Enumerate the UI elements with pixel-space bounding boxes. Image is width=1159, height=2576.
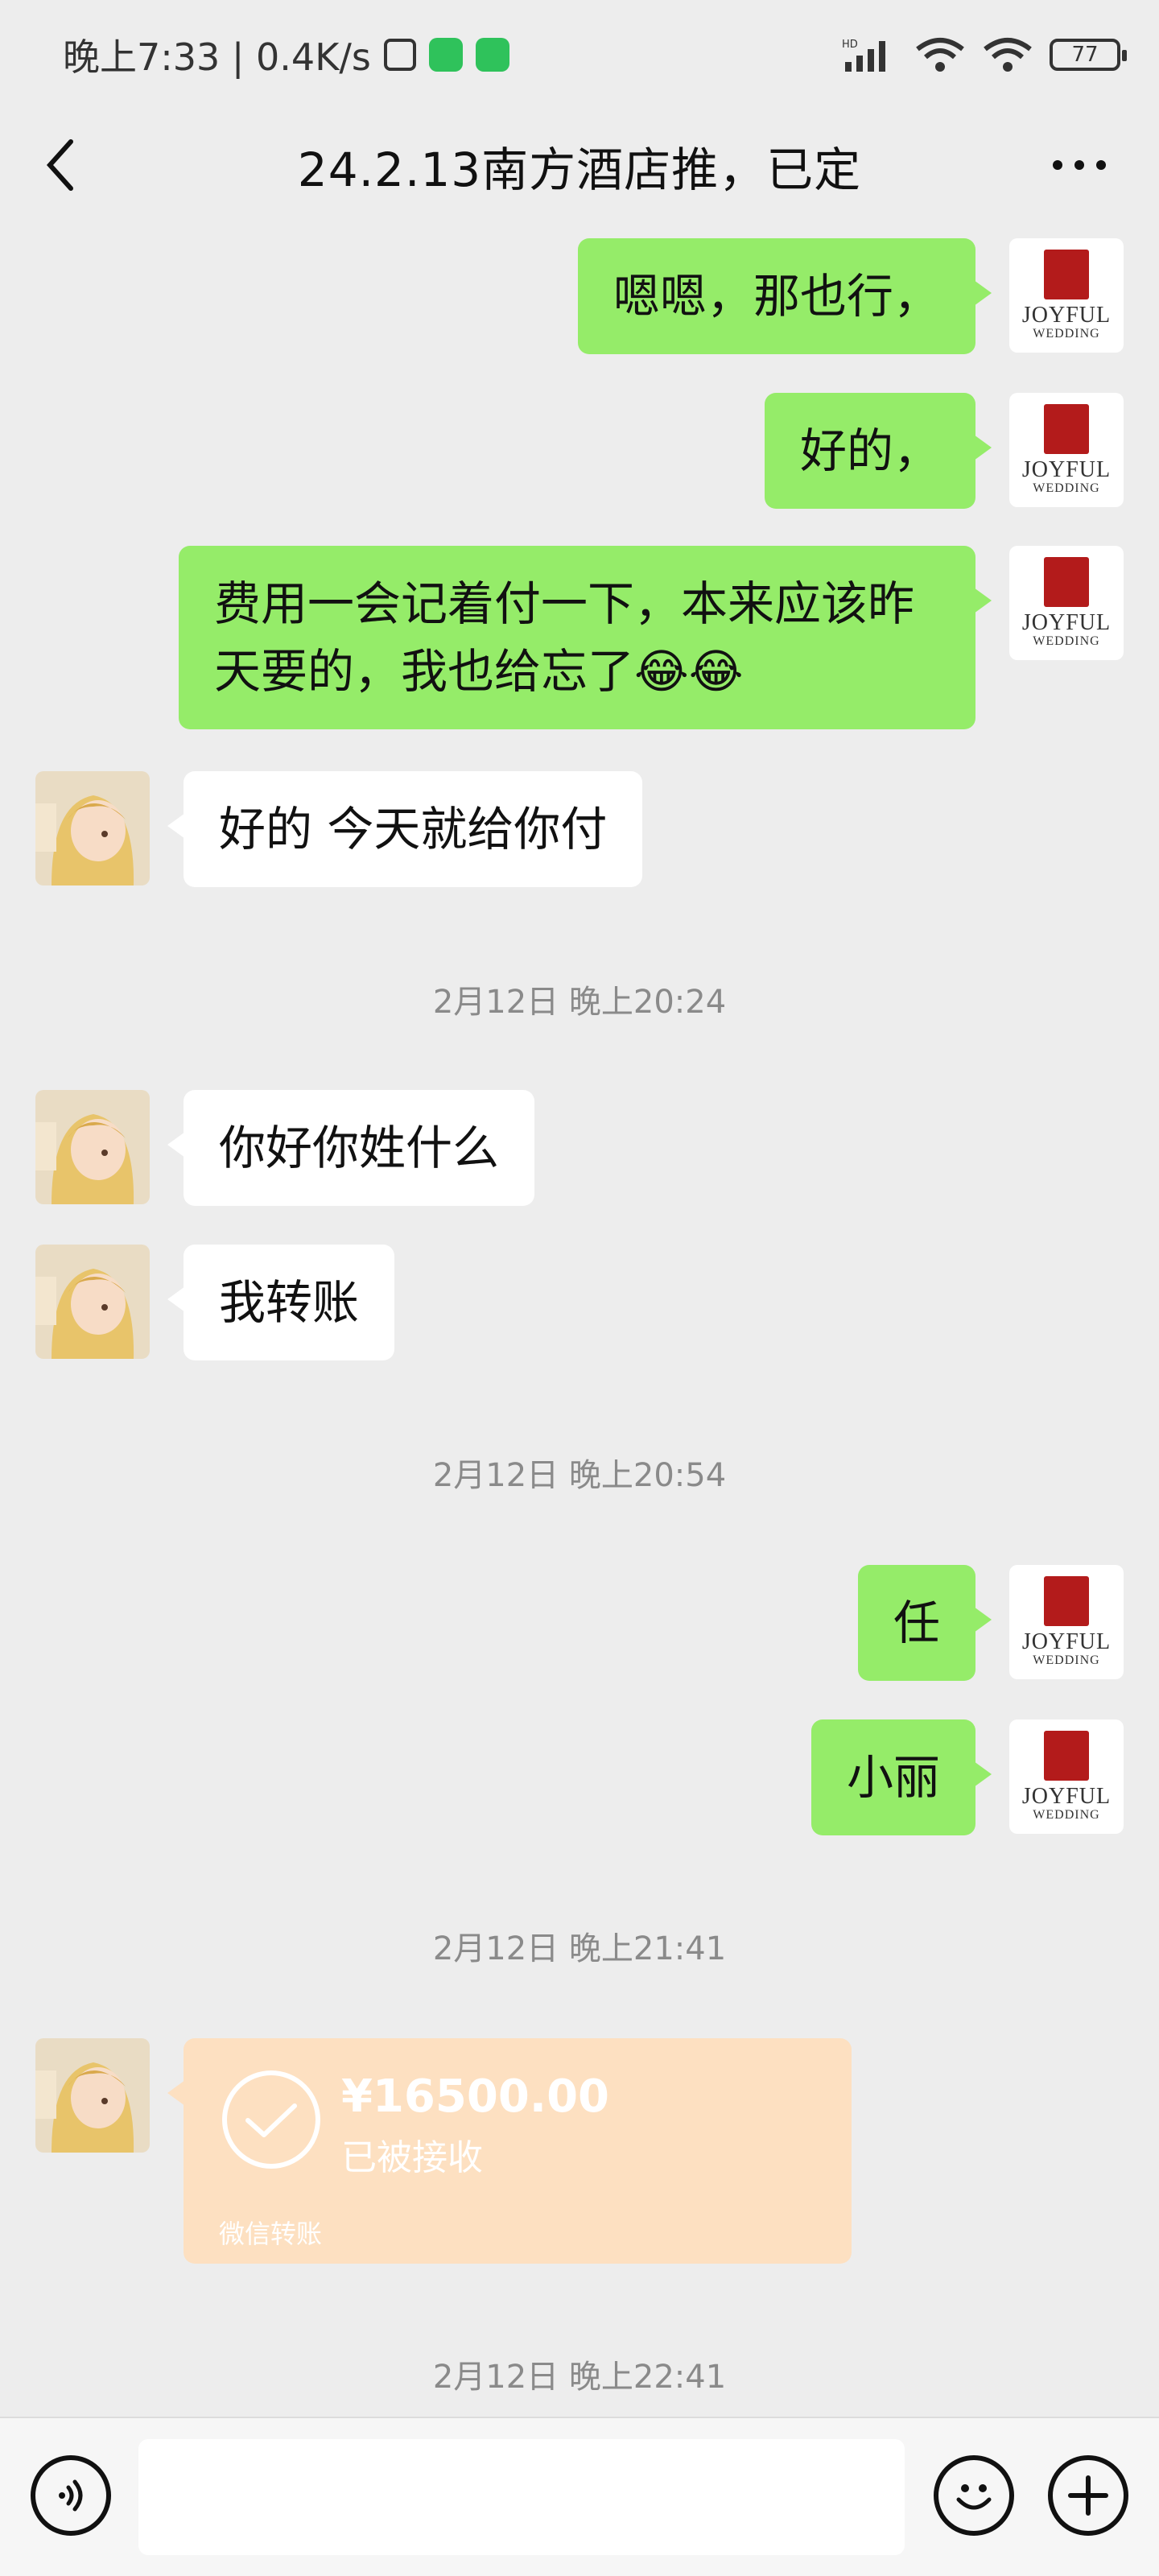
contact-avatar[interactable]	[35, 771, 150, 886]
message-bubble-other[interactable]: 好的 今天就给你付	[167, 771, 643, 887]
more-dots-icon	[1053, 160, 1106, 170]
contact-avatar[interactable]	[35, 1090, 150, 1204]
status-bar: 晚上7:33 | 0.4K/s HD 77	[0, 0, 1159, 109]
message-text: 我转账	[219, 1275, 360, 1330]
joyful-logo-subtext: WEDDING	[1033, 327, 1100, 341]
transfer-amount: ¥16500.00	[341, 2070, 609, 2123]
message-text: 好的，	[799, 423, 940, 478]
chat-title: 24.2.13南方酒店推，已定	[297, 142, 862, 197]
wechat-notification-icon	[428, 38, 463, 72]
status-time: 晚上7:33 | 0.4K/s	[63, 35, 371, 79]
message-text-line: 费用一会记着付一下，本来应该昨	[214, 576, 915, 631]
message-text: 好的 今天就给你付	[219, 802, 608, 857]
message-timestamp: 2月12日 晚上21:41	[432, 1930, 727, 1967]
message-timestamp: 2月12日 晚上22:41	[432, 2359, 727, 2396]
contact-avatar-image	[35, 1245, 150, 1359]
message-timestamp: 2月12日 晚上20:24	[432, 984, 727, 1021]
joyful-logo-subtext: WEDDING	[1033, 634, 1100, 648]
message-bubble-other[interactable]: 我转账	[167, 1245, 395, 1360]
message-timestamp: 2月12日 晚上20:54	[432, 1457, 727, 1494]
my-avatar[interactable]: JOYFUL WEDDING	[1009, 238, 1124, 353]
wifi-icon	[914, 36, 966, 73]
battery-icon: 77	[1050, 39, 1127, 71]
message-text: 你好你姓什么	[219, 1121, 500, 1175]
joyful-logo-subtext: WEDDING	[1033, 1653, 1100, 1667]
more-options-button[interactable]	[1043, 137, 1116, 193]
emoji-button[interactable]	[934, 2455, 1014, 2536]
my-avatar[interactable]: JOYFUL WEDDING	[1009, 546, 1124, 660]
joyful-logo-mark	[1044, 1731, 1089, 1781]
joyful-logo-mark	[1044, 557, 1089, 607]
status-left: 晚上7:33 | 0.4K/s	[63, 28, 509, 81]
transfer-status: 已被接收	[341, 2137, 483, 2178]
message-bubble-me[interactable]: 任	[857, 1565, 992, 1681]
my-avatar[interactable]: JOYFUL WEDDING	[1009, 1719, 1124, 1834]
joyful-logo-subtext: WEDDING	[1033, 481, 1100, 495]
contact-avatar-image	[35, 1090, 150, 1204]
laughing-emoji: 😂😂	[634, 644, 744, 699]
message-text: 嗯嗯，那也行，	[612, 269, 940, 324]
message-text-line-2: 天要的，我也给忘了😂😂	[214, 638, 940, 705]
wifi-secondary-icon	[982, 36, 1033, 73]
joyful-logo-text: JOYFUL	[1021, 1629, 1112, 1654]
message-bubble-me[interactable]: 费用一会记着付一下，本来应该昨 天要的，我也给忘了😂😂	[179, 546, 992, 729]
joyful-logo-text: JOYFUL	[1021, 303, 1112, 328]
message-text-line: 天要的，我也给忘了	[214, 644, 635, 699]
message-text: 任	[893, 1596, 940, 1650]
nfc-icon	[383, 39, 416, 71]
message-bubble-me[interactable]: 好的，	[764, 393, 992, 509]
contact-avatar[interactable]	[35, 1245, 150, 1359]
check-circle-icon	[222, 2070, 320, 2169]
message-text: 小丽	[846, 1750, 940, 1805]
joyful-logo-text: JOYFUL	[1021, 610, 1112, 635]
status-right: HD 77	[842, 36, 1127, 73]
voice-input-button[interactable]	[31, 2455, 111, 2536]
input-bar	[0, 2417, 1159, 2576]
chevron-left-icon	[46, 139, 73, 191]
back-button[interactable]	[43, 137, 100, 193]
joyful-logo-mark	[1044, 404, 1089, 454]
chat-header: 24.2.13南方酒店推，已定	[0, 109, 1159, 222]
joyful-logo-subtext: WEDDING	[1033, 1808, 1100, 1822]
transfer-label: 微信转账	[219, 2219, 323, 2249]
mi-app-notification-icon	[475, 38, 509, 72]
more-functions-button[interactable]	[1048, 2455, 1128, 2536]
joyful-logo-text: JOYFUL	[1021, 457, 1112, 482]
message-bubble-me[interactable]: 嗯嗯，那也行，	[577, 238, 992, 354]
joyful-logo-text: JOYFUL	[1021, 1784, 1112, 1809]
transfer-card[interactable]: ¥16500.00 已被接收 微信转账	[167, 2038, 852, 2264]
contact-avatar-image	[35, 771, 150, 886]
svg-text:HD: HD	[842, 39, 858, 51]
joyful-logo-mark	[1044, 250, 1089, 299]
battery-level: 77	[1071, 43, 1099, 67]
contact-avatar[interactable]	[35, 2038, 150, 2153]
signal-icon: HD	[842, 36, 898, 73]
message-bubble-me[interactable]: 小丽	[810, 1719, 992, 1835]
voice-icon	[59, 2479, 83, 2512]
contact-avatar-image	[35, 2038, 150, 2153]
smiley-icon	[956, 2484, 992, 2510]
my-avatar[interactable]: JOYFUL WEDDING	[1009, 1565, 1124, 1679]
plus-icon	[1068, 2475, 1108, 2516]
message-bubble-other[interactable]: 你好你姓什么	[167, 1090, 535, 1206]
message-input[interactable]	[138, 2439, 905, 2555]
my-avatar[interactable]: JOYFUL WEDDING	[1009, 393, 1124, 507]
joyful-logo-mark	[1044, 1576, 1089, 1626]
